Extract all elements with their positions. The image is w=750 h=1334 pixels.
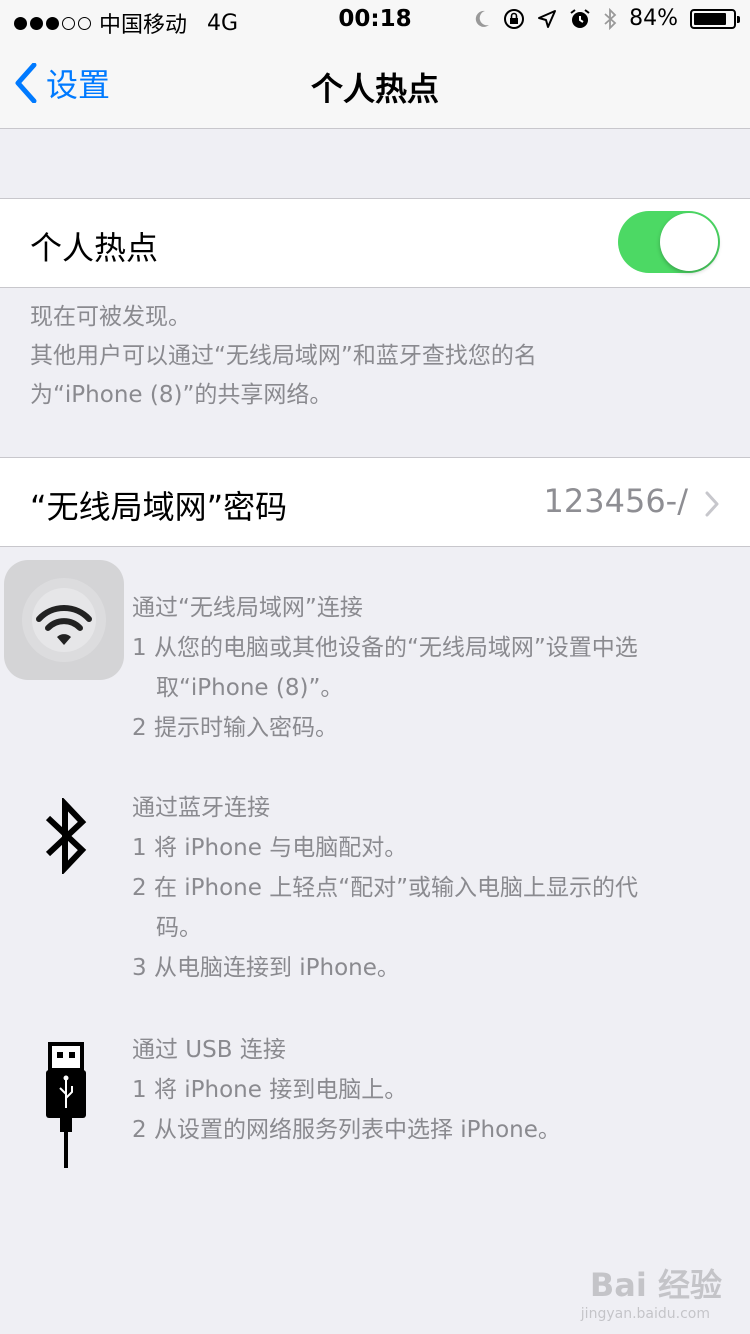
moon-icon <box>475 10 490 27</box>
hotspot-footer: 现在可被发现。 其他用户可以通过“无线局域网”和蓝牙查找您的名 为“iPhone… <box>30 298 720 415</box>
bluetooth-instructions-text: 通过蓝牙连接 1 将 iPhone 与电脑配对。 2 在 iPhone 上轻点“… <box>132 788 638 988</box>
toggle-knob <box>660 213 718 271</box>
hotspot-label: 个人热点 <box>30 229 159 267</box>
watermark-logo: Bai 经验 <box>589 1266 722 1304</box>
wifi-password-value: 123456-/ <box>543 482 688 520</box>
status-icons: 84% <box>473 6 740 31</box>
bluetooth-icon <box>45 798 87 874</box>
bluetooth-status-icon <box>604 7 617 30</box>
battery-icon <box>690 8 740 29</box>
usb-step-2: 2 从设置的网络服务列表中选择 iPhone。 <box>132 1117 561 1143</box>
page-title: 个人热点 <box>310 70 439 108</box>
bluetooth-section-title: 通过蓝牙连接 <box>132 795 270 821</box>
location-icon <box>538 9 557 28</box>
wifi-password-cell[interactable]: “无线局域网”密码 123456-/ <box>0 457 750 547</box>
watermark-url: jingyan.baidu.com <box>580 1306 710 1322</box>
discoverable-text: 现在可被发现。 <box>30 304 191 330</box>
wifi-password-label: “无线局域网”密码 <box>30 488 288 526</box>
footer-line-2: 其他用户可以通过“无线局域网”和蓝牙查找您的名 <box>30 343 537 369</box>
rotation-lock-icon <box>504 8 525 29</box>
bluetooth-step-2: 2 在 iPhone 上轻点“配对”或输入电脑上显示的代 <box>132 875 639 901</box>
bluetooth-step-3: 3 从电脑连接到 iPhone。 <box>132 955 400 981</box>
battery-level <box>694 12 726 25</box>
usb-step-1: 1 将 iPhone 接到电脑上。 <box>132 1077 408 1103</box>
wifi-tile <box>4 560 124 680</box>
wifi-section-title: 通过“无线局域网”连接 <box>132 595 363 621</box>
wifi-step-1: 1 从您的电脑或其他设备的“无线局域网”设置中选 <box>132 635 638 661</box>
battery-percentage: 84% <box>629 6 678 31</box>
alarm-icon <box>570 8 590 28</box>
bluetooth-step-2-cont: 码。 <box>156 915 202 941</box>
footer-line-3: 为“iPhone (8)”的共享网络。 <box>30 382 333 408</box>
wifi-icon <box>22 578 106 662</box>
bluetooth-step-1: 1 将 iPhone 与电脑配对。 <box>132 835 408 861</box>
usb-instructions-text: 通过 USB 连接 1 将 iPhone 接到电脑上。 2 从设置的网络服务列表… <box>132 1030 561 1150</box>
status-bar: 中国移动 4G 00:18 84% <box>0 0 750 40</box>
usb-icon <box>46 1042 86 1168</box>
wifi-instructions-text: 通过“无线局域网”连接 1 从您的电脑或其他设备的“无线局域网”设置中选 取“i… <box>132 588 638 748</box>
navigation-bar: 设置 个人热点 <box>0 40 750 129</box>
usb-section-title: 通过 USB 连接 <box>132 1037 286 1063</box>
chevron-right-icon <box>705 491 719 517</box>
wifi-step-1-cont: 取“iPhone (8)”。 <box>156 675 344 701</box>
hotspot-toggle[interactable] <box>618 211 720 273</box>
wifi-step-2: 2 提示时输入密码。 <box>132 715 338 741</box>
hotspot-toggle-cell: 个人热点 <box>0 198 750 288</box>
